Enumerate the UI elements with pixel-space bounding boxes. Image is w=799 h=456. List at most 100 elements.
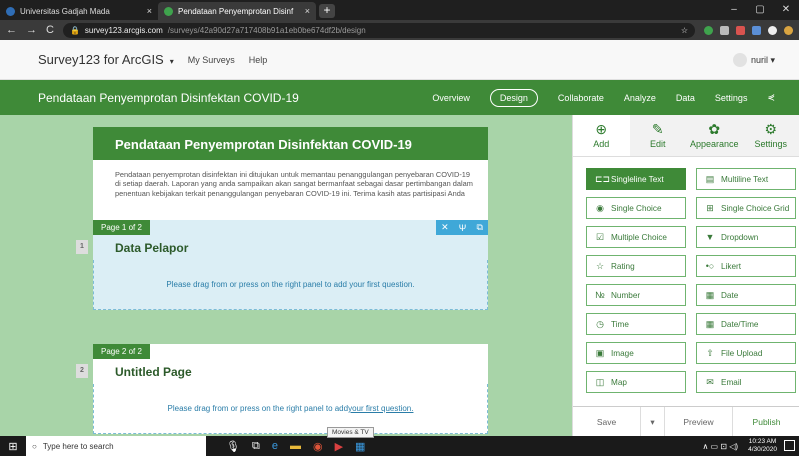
microphone-icon[interactable]: 🎙 bbox=[226, 440, 240, 453]
notification-icon[interactable] bbox=[784, 440, 795, 451]
calendar-clock-icon: ▦ bbox=[705, 318, 715, 329]
drop-hint-link[interactable]: your first question. bbox=[348, 404, 413, 413]
bookmark-star-icon[interactable]: ☆ bbox=[681, 26, 688, 35]
question-likert[interactable]: •○ Likert bbox=[696, 255, 796, 277]
publish-button[interactable]: Publish bbox=[733, 407, 799, 437]
question-single-choice-grid[interactable]: ⊞ Single Choice Grid bbox=[696, 197, 796, 219]
tab-settings[interactable]: ⚙ Settings bbox=[742, 115, 799, 156]
extension-icon[interactable] bbox=[752, 25, 761, 35]
question-date-time[interactable]: ▦ Date/Time bbox=[696, 313, 796, 335]
dropdown-icon: ▼ bbox=[705, 232, 715, 242]
question-map[interactable]: ◫ Map bbox=[586, 371, 686, 393]
question-label: Time bbox=[611, 319, 629, 329]
question-multiple-choice[interactable]: ☑ Multiple Choice bbox=[586, 226, 686, 248]
question-image[interactable]: ▣ Image bbox=[586, 342, 686, 364]
user-menu[interactable]: nuril ▾ bbox=[732, 53, 775, 67]
chrome-icon[interactable]: ◉ bbox=[313, 440, 323, 453]
page-card: Page 2 of 2 2 Untitled Page Please drag … bbox=[76, 344, 488, 434]
extension-icon[interactable] bbox=[720, 25, 729, 35]
browser-tab-ugm[interactable]: Universitas Gadjah Mada × bbox=[0, 2, 158, 20]
close-window-button[interactable]: ✕ bbox=[773, 0, 799, 20]
drop-zone[interactable]: Please drag from or press on the right p… bbox=[93, 384, 488, 434]
radio-icon: ◉ bbox=[596, 202, 604, 213]
copy-page-icon[interactable]: ⧉ bbox=[476, 222, 482, 233]
question-rating[interactable]: ☆ Rating bbox=[586, 255, 686, 277]
browser-tab-survey[interactable]: Pendataan Penyemprotan Disinf × bbox=[158, 2, 316, 20]
tab-add[interactable]: ⊕ Add bbox=[573, 115, 630, 156]
form-description[interactable]: Pendataan penyemprotan disinfektan ini d… bbox=[93, 160, 488, 220]
file-explorer-icon[interactable]: ▬ bbox=[290, 440, 301, 453]
nav-collaborate[interactable]: Collaborate bbox=[558, 93, 604, 103]
help-link[interactable]: Help bbox=[249, 55, 268, 65]
edge-icon[interactable]: e bbox=[272, 440, 278, 453]
tab-title: Pendataan Penyemprotan Disinf bbox=[178, 6, 294, 16]
movies-tv-icon[interactable]: ▶ bbox=[335, 440, 343, 453]
address-bar: ← → C 🔒 survey123.arcgis.com/surveys/42a… bbox=[0, 20, 799, 40]
tab-edit[interactable]: ✎ Edit bbox=[629, 115, 686, 156]
clock[interactable]: 10:23 AM 4/30/2020 bbox=[748, 438, 777, 454]
back-icon[interactable]: ← bbox=[6, 24, 17, 36]
my-surveys-link[interactable]: My Surveys bbox=[188, 55, 235, 65]
page-number: 1 bbox=[76, 240, 88, 254]
windows-start-icon[interactable]: ⊞ bbox=[0, 440, 26, 453]
save-button[interactable]: Save bbox=[573, 406, 641, 437]
tray-icons[interactable]: ∧ ▭ ⊡ ◁) bbox=[702, 442, 738, 451]
question-dropdown[interactable]: ▼ Dropdown bbox=[696, 226, 796, 248]
tab-appearance[interactable]: ✿ Appearance bbox=[686, 115, 743, 156]
tab-label: Add bbox=[593, 139, 610, 149]
question-time[interactable]: ◷ Time bbox=[586, 313, 686, 335]
nav-design[interactable]: Design bbox=[489, 88, 538, 107]
page-header[interactable]: 1 Data Pelapor bbox=[76, 235, 488, 260]
question-date[interactable]: ▦ Date bbox=[696, 284, 796, 306]
question-single-choice[interactable]: ◉ Single Choice bbox=[586, 197, 686, 219]
store-icon[interactable]: ▦ bbox=[355, 440, 365, 453]
question-file-upload[interactable]: ⇧ File Upload bbox=[696, 342, 796, 364]
nav-settings[interactable]: Settings bbox=[715, 93, 748, 103]
nav-data[interactable]: Data bbox=[676, 93, 695, 103]
survey123-favicon-icon bbox=[164, 6, 173, 16]
user-name: nuril ▾ bbox=[750, 54, 775, 65]
question-label: Number bbox=[611, 290, 641, 300]
clock-time: 10:23 AM bbox=[748, 438, 777, 445]
question-number[interactable]: № Number bbox=[586, 284, 686, 306]
url-input[interactable]: 🔒 survey123.arcgis.com/surveys/42a90d27a… bbox=[62, 22, 695, 38]
survey-nav-bar: Pendataan Penyemprotan Disinfektan COVID… bbox=[0, 80, 799, 115]
question-types: ⊏⊐ Singleline Text ▤ Multiline Text ◉ Singl… bbox=[573, 157, 799, 393]
gear-icon: ⚙ bbox=[764, 121, 778, 137]
close-tab-icon[interactable]: × bbox=[305, 6, 310, 16]
preview-button[interactable]: Preview bbox=[665, 406, 733, 437]
question-multiline-text[interactable]: ▤ Multiline Text bbox=[696, 168, 796, 190]
question-label: Likert bbox=[721, 261, 742, 271]
url-host: survey123.arcgis.com bbox=[84, 25, 163, 35]
form-title[interactable]: Pendataan Penyemprotan Disinfektan COVID… bbox=[93, 127, 488, 160]
drop-zone[interactable]: Please drag from or press on the right p… bbox=[93, 260, 488, 310]
question-label: Email bbox=[721, 377, 742, 387]
question-label: Dropdown bbox=[721, 232, 759, 242]
question-email[interactable]: ✉ Email bbox=[696, 371, 796, 393]
reload-icon[interactable]: C bbox=[46, 24, 54, 36]
delete-page-icon[interactable]: ✕ bbox=[441, 222, 449, 233]
page-logic-icon[interactable]: Ψ bbox=[459, 223, 467, 233]
task-view-icon[interactable]: ⧉ bbox=[252, 440, 260, 453]
forward-icon[interactable]: → bbox=[26, 24, 37, 36]
question-singleline-text[interactable]: ⊏⊐ Singleline Text bbox=[586, 168, 686, 190]
taskbar-search-input[interactable]: ○ Type here to search bbox=[26, 436, 206, 456]
close-tab-icon[interactable]: × bbox=[147, 6, 152, 16]
maximize-button[interactable]: ▢ bbox=[747, 0, 773, 20]
page-header[interactable]: 2 Untitled Page bbox=[76, 359, 488, 384]
share-icon[interactable]: ⋞ bbox=[767, 92, 775, 103]
extension-icon[interactable] bbox=[736, 25, 745, 35]
text-field-icon: ⊏⊐ bbox=[595, 173, 611, 184]
nav-analyze[interactable]: Analyze bbox=[624, 93, 656, 103]
question-label: Rating bbox=[611, 261, 635, 271]
brand-menu[interactable]: Survey123 for ArcGIS ▾ bbox=[38, 52, 174, 67]
minimize-button[interactable]: – bbox=[721, 0, 747, 20]
new-tab-button[interactable]: + bbox=[319, 4, 335, 18]
save-options-chevron-icon[interactable]: ▾ bbox=[641, 406, 665, 437]
extension-icon[interactable] bbox=[704, 25, 713, 35]
profile-icon[interactable] bbox=[784, 25, 793, 35]
nav-overview[interactable]: Overview bbox=[432, 93, 470, 103]
search-placeholder: Type here to search bbox=[42, 441, 114, 451]
extension-icon[interactable] bbox=[768, 25, 777, 35]
page-tag: Page 2 of 2 bbox=[93, 344, 150, 359]
